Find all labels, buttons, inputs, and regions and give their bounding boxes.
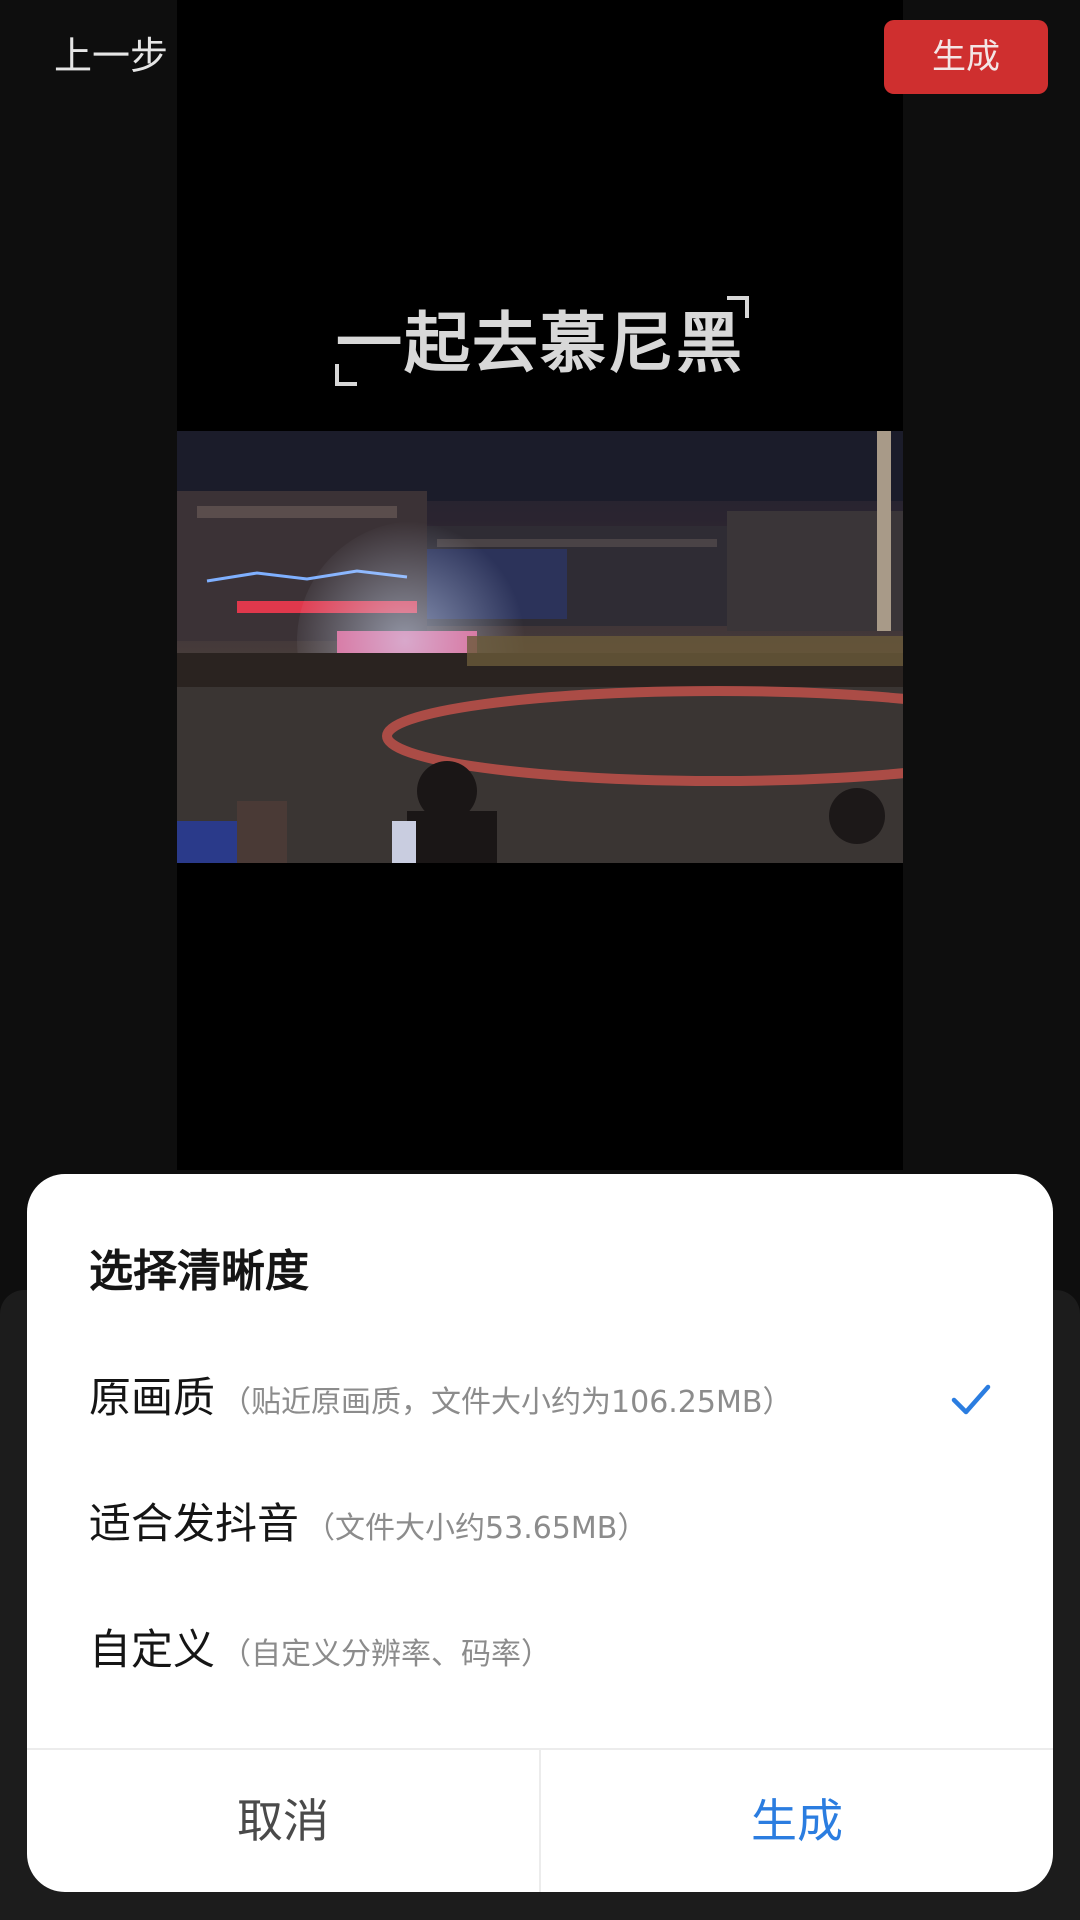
option-hint: （贴近原画质，文件大小约为106.25MB） <box>221 1385 793 1420</box>
video-preview: 一起去慕尼黑 <box>177 0 903 1170</box>
dialog-title: 选择清晰度 <box>89 1246 309 1297</box>
resolution-dialog: 选择清晰度 原画质 （贴近原画质，文件大小约为106.25MB） 适合发抖音 （文件… <box>27 1174 1053 1892</box>
option-original-quality[interactable]: 原画质 （贴近原画质，文件大小约为106.25MB） <box>27 1348 1053 1448</box>
checkmark-icon <box>951 1384 991 1415</box>
generate-button[interactable]: 生成 <box>884 20 1048 94</box>
video-frame-image <box>177 431 903 863</box>
option-hint: （自定义分辨率、码率） <box>221 1637 552 1672</box>
video-export-screen: 一起去慕尼黑 上一步 生成 选择清晰度 原画质 （贴近原画质，文件大小约为106… <box>0 0 1080 1920</box>
option-label: 自定义 <box>89 1625 216 1674</box>
option-custom[interactable]: 自定义 （自定义分辨率、码率） <box>27 1600 1053 1700</box>
night-plaza-scene <box>177 431 903 863</box>
confirm-generate-button[interactable]: 生成 <box>541 1750 1053 1892</box>
title-bracket-top-right <box>727 296 749 318</box>
option-hint: （文件大小约53.65MB） <box>305 1511 648 1546</box>
video-title-overlay: 一起去慕尼黑 <box>336 305 744 382</box>
option-label: 适合发抖音 <box>89 1499 300 1548</box>
back-button[interactable]: 上一步 <box>54 30 168 82</box>
option-douyin[interactable]: 适合发抖音 （文件大小约53.65MB） <box>27 1474 1053 1574</box>
cancel-button[interactable]: 取消 <box>27 1750 539 1892</box>
option-label: 原画质 <box>89 1373 216 1422</box>
title-bracket-bottom-left <box>335 364 357 386</box>
